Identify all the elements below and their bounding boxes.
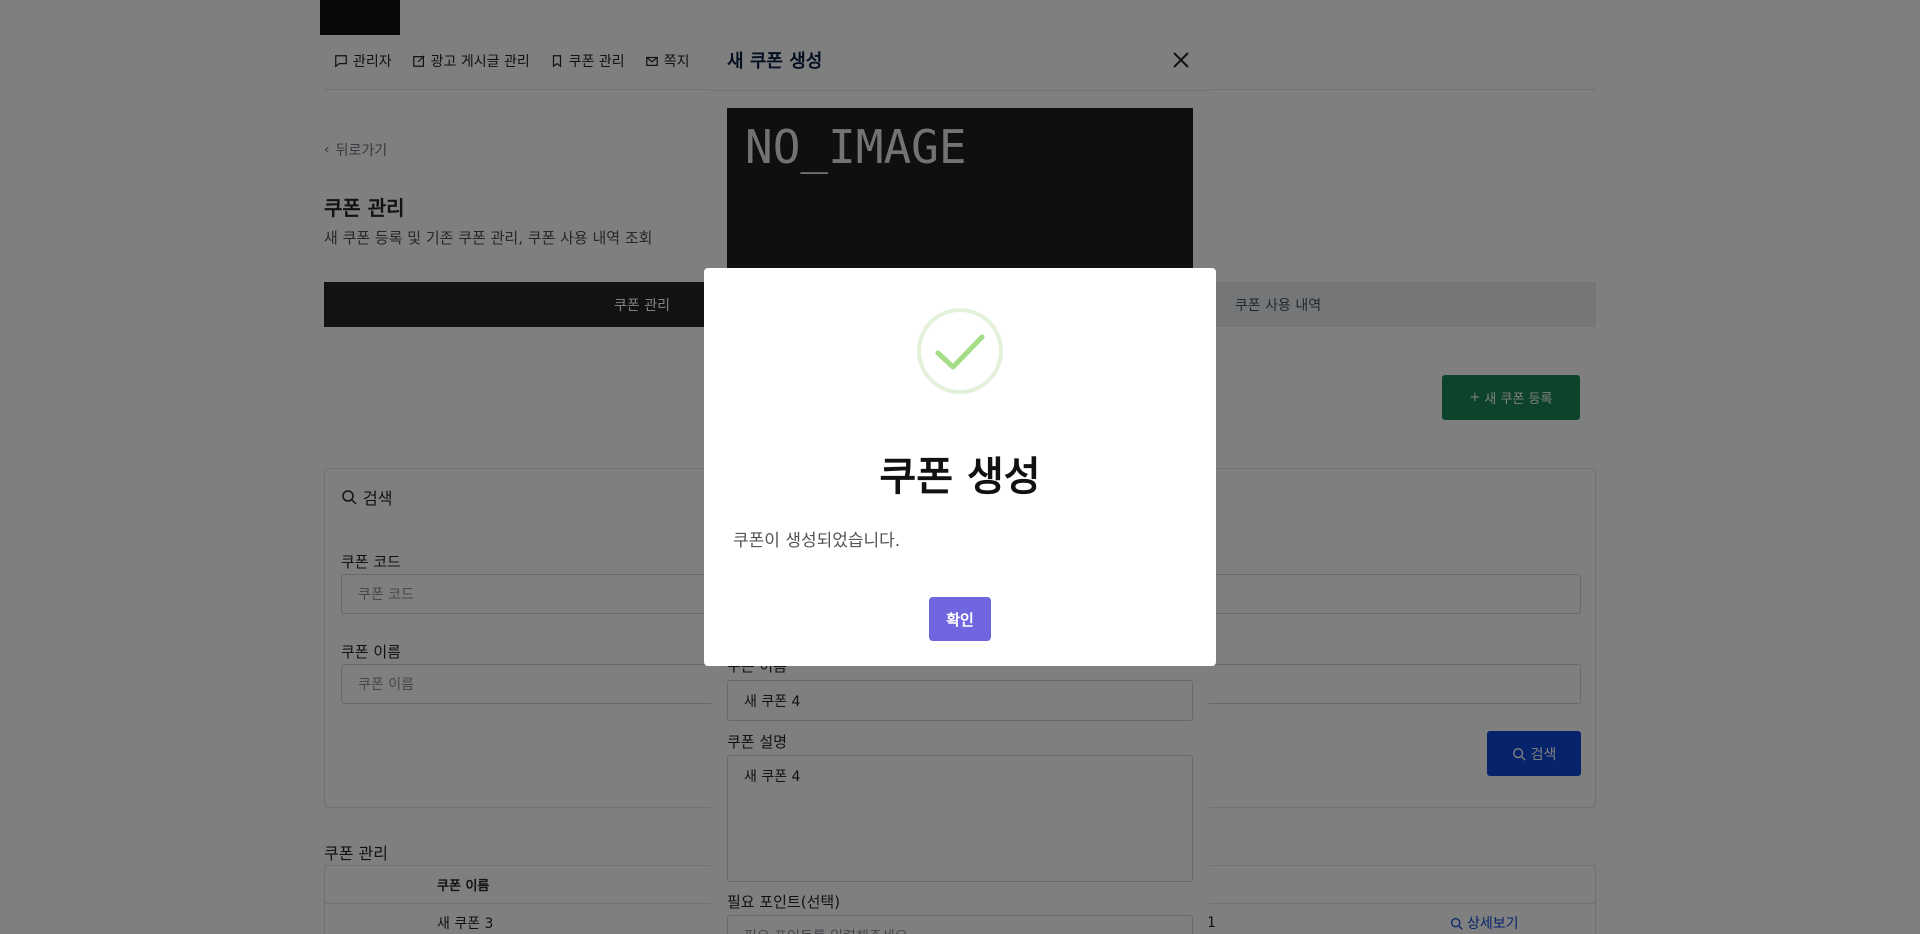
success-alert-dialog: 쿠폰 생성 쿠폰이 생성되었습니다. 확인 <box>704 268 1216 666</box>
success-check-icon <box>917 308 1003 394</box>
alert-message: 쿠폰이 생성되었습니다. <box>733 531 901 551</box>
alert-title: 쿠폰 생성 <box>879 454 1041 500</box>
confirm-button[interactable]: 확인 <box>929 597 991 641</box>
